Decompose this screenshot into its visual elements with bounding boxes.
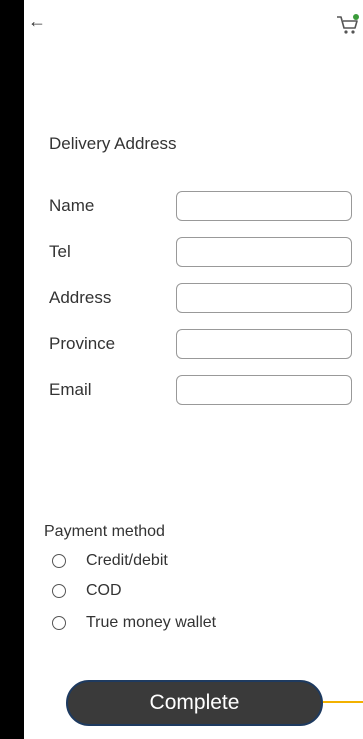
delivery-screen: ← Delivery Address Name Tel Address Prov… [24, 0, 363, 739]
address-field[interactable] [176, 283, 352, 313]
payment-option-cod[interactable]: COD [52, 582, 122, 600]
complete-button[interactable]: Complete [66, 680, 323, 726]
payment-option-true-money-wallet[interactable]: True money wallet [52, 614, 216, 632]
payment-option-label: Credit/debit [86, 552, 168, 569]
payment-option-label: True money wallet [86, 614, 217, 631]
address-label: Address [49, 288, 112, 307]
name-field[interactable] [176, 191, 352, 221]
radio-button[interactable] [52, 584, 66, 598]
accent-connector-line [323, 701, 363, 703]
tel-field[interactable] [176, 237, 352, 267]
payment-option-credit-debit[interactable]: Credit/debit [52, 552, 168, 570]
cart-icon[interactable] [336, 14, 360, 36]
payment-option-label: COD [86, 582, 122, 599]
name-label: Name [49, 196, 95, 215]
back-arrow-icon[interactable]: ← [28, 12, 46, 30]
delivery-address-title: Delivery Address [49, 134, 177, 153]
payment-method-title: Payment method [44, 523, 165, 540]
email-label: Email [49, 380, 92, 399]
province-field[interactable] [176, 329, 352, 359]
radio-button[interactable] [52, 616, 66, 630]
radio-button[interactable] [52, 554, 66, 568]
province-label: Province [49, 334, 116, 353]
tel-label: Tel [49, 242, 71, 261]
email-field[interactable] [176, 375, 352, 405]
